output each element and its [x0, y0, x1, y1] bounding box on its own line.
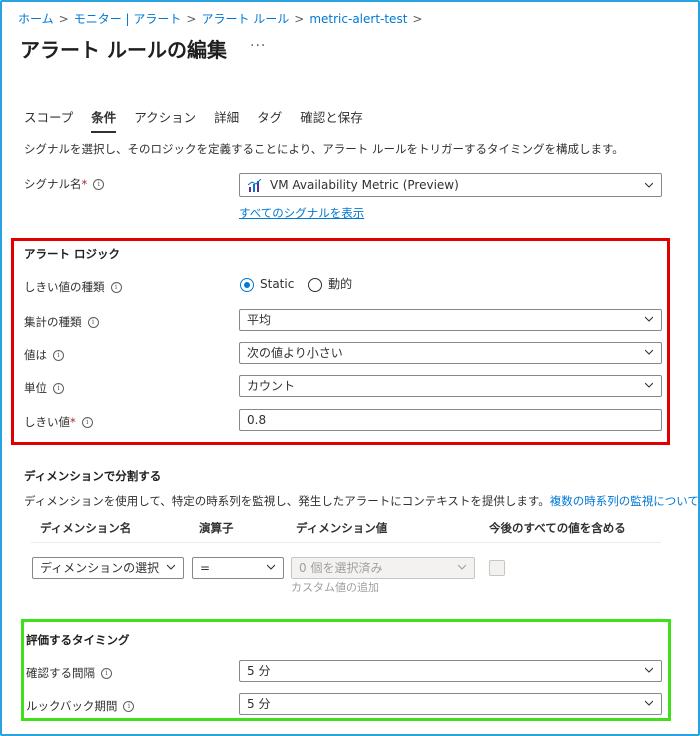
chevron-down-icon [645, 700, 653, 706]
aggregation-label: 集計の種類 i [24, 314, 99, 330]
threshold-type-text: しきい値の種類 [24, 280, 105, 294]
unit-value: カウント [247, 379, 296, 393]
radio-dynamic[interactable] [308, 277, 323, 292]
breadcrumb-alert-rules[interactable]: アラート ルール [201, 12, 289, 26]
lookback-value: 5 分 [247, 697, 271, 711]
info-icon[interactable]: i [93, 179, 105, 190]
tab-bar: スコープ 条件 アクション 詳細 タグ 確認と保存 [24, 107, 381, 133]
chevron-right-icon: > [294, 12, 305, 26]
operator-select[interactable]: 次の値より小さい [239, 342, 662, 364]
radio-static-label[interactable]: Static [260, 277, 294, 291]
info-icon[interactable]: i [81, 417, 93, 428]
dimension-name-select[interactable]: ディメンションの選択 [32, 557, 184, 579]
tab-condition[interactable]: 条件 [91, 107, 117, 133]
tab-tags[interactable]: タグ [257, 107, 282, 133]
signal-name-text: シグナル名 [24, 177, 82, 191]
breadcrumb-rule[interactable]: metric-alert-test [309, 12, 407, 26]
radio-static[interactable] [240, 277, 254, 292]
unit-text: 単位 [24, 381, 47, 395]
chevron-down-icon [645, 349, 653, 355]
include-future-values-checkbox[interactable] [489, 560, 505, 576]
required-marker: * [81, 177, 88, 191]
chevron-down-icon [645, 316, 653, 322]
dimension-operator-select[interactable]: = [192, 557, 284, 579]
aggregation-select[interactable]: 平均 [239, 309, 662, 331]
tab-scope[interactable]: スコープ [24, 107, 73, 133]
operator-label: 値は i [24, 347, 64, 363]
chevron-right-icon: > [58, 12, 69, 26]
column-dimension-values: ディメンション値 [296, 521, 388, 535]
breadcrumb-monitor[interactable]: モニター | アラート [74, 12, 182, 26]
required-marker: * [70, 415, 76, 429]
info-icon[interactable]: i [123, 701, 135, 712]
threshold-type-label: しきい値の種類 i [24, 279, 122, 295]
lookback-label: ルックバック期間 i [26, 698, 135, 714]
breadcrumb-home[interactable]: ホーム [18, 12, 54, 26]
add-custom-value-link[interactable]: カスタム値の追加 [291, 579, 379, 595]
chevron-down-icon [645, 667, 653, 673]
dimensions-description: ディメンションを使用して、特定の時系列を監視し、発生したアラートにコンテキストを… [24, 493, 699, 509]
column-operator: 演算子 [199, 521, 234, 535]
aggregation-value: 平均 [247, 313, 272, 327]
info-icon[interactable]: i [101, 668, 112, 679]
metric-chart-icon [248, 179, 262, 192]
lookback-select[interactable]: 5 分 [239, 693, 662, 715]
threshold-value: 0.8 [247, 413, 267, 427]
page-title: アラート ルールの編集 [20, 38, 227, 62]
table-divider [31, 542, 661, 543]
more-options-button[interactable]: ··· [250, 38, 266, 54]
column-dimension-name: ディメンション名 [40, 521, 132, 535]
chevron-down-icon [645, 382, 653, 388]
show-all-signals-link[interactable]: すべてのシグナルを表示 [239, 205, 364, 221]
frequency-label: 確認する間隔 i [26, 665, 112, 681]
chevron-down-icon [167, 564, 175, 570]
operator-text: 値は [24, 348, 47, 362]
frequency-select[interactable]: 5 分 [239, 660, 662, 682]
operator-value: 次の値より小さい [247, 346, 343, 360]
aggregation-text: 集計の種類 [24, 315, 82, 329]
unit-label: 単位 i [24, 380, 64, 396]
info-icon[interactable]: i [110, 282, 122, 293]
tab-actions[interactable]: アクション [134, 107, 196, 133]
dimension-values-value: 0 個を選択済み [299, 561, 383, 575]
dimensions-description-text: ディメンションを使用して、特定の時系列を監視し、発生したアラートにコンテキストを… [24, 494, 550, 508]
dimension-values-select[interactable]: 0 個を選択済み [291, 557, 475, 579]
column-include-future: 今後のすべての値を含める [489, 521, 626, 535]
dimensions-heading: ディメンションで分割する [24, 469, 162, 483]
condition-description: シグナルを選択し、そのロジックを定義することにより、アラート ルールをトリガーす… [24, 142, 624, 156]
chevron-down-icon [645, 182, 653, 188]
tab-review-create[interactable]: 確認と保存 [300, 107, 363, 133]
multi-timeseries-link[interactable]: 複数の時系列の監視について [550, 494, 699, 508]
frequency-text: 確認する間隔 [26, 666, 95, 680]
dimension-operator-value: = [200, 561, 211, 575]
lookback-text: ルックバック期間 [26, 699, 118, 713]
breadcrumb: ホーム > モニター | アラート > アラート ルール > metric-alert-te… [18, 10, 427, 27]
threshold-input[interactable]: 0.8 [239, 409, 662, 431]
evaluation-heading: 評価するタイミング [26, 633, 130, 647]
radio-dynamic-label[interactable]: 動的 [328, 277, 352, 291]
threshold-text: しきい値 [24, 415, 70, 429]
frequency-value: 5 分 [247, 664, 271, 678]
threshold-label: しきい値* i [24, 414, 93, 430]
chevron-down-icon [458, 564, 466, 570]
chevron-right-icon: > [412, 12, 423, 26]
chevron-right-icon: > [186, 12, 197, 26]
tab-details[interactable]: 詳細 [214, 107, 239, 133]
alert-logic-heading: アラート ロジック [24, 247, 121, 261]
signal-select[interactable]: VM Availability Metric (Preview) [239, 173, 662, 197]
info-icon[interactable]: i [53, 350, 64, 361]
threshold-type-radio-group: Static 動的 [240, 275, 352, 292]
dimension-name-placeholder: ディメンションの選択 [40, 561, 160, 575]
chevron-down-icon [267, 564, 275, 570]
info-icon[interactable]: i [53, 383, 64, 394]
signal-select-value: VM Availability Metric (Preview) [270, 178, 459, 192]
signal-name-label: シグナル名* i [24, 176, 105, 192]
unit-select[interactable]: カウント [239, 375, 662, 397]
info-icon[interactable]: i [87, 317, 99, 328]
